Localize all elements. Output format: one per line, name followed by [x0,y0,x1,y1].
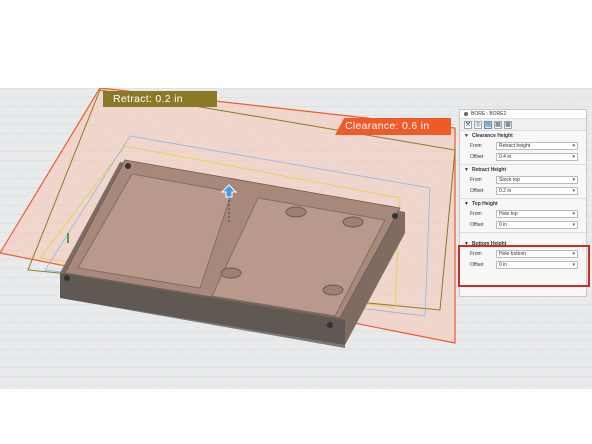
offset-input[interactable]: 0 in ▾ [496,220,578,229]
bottom-height-highlight-box [458,245,590,287]
boss [220,267,242,279]
section-heading[interactable]: ▼ Top Height [460,199,586,208]
boss [322,284,344,296]
boss [342,216,364,228]
panel-tabs: ⚒ ◎ ▤ ▦ ▩ [460,119,586,131]
offset-row: Offset 0.4 in ▾ [460,151,586,162]
from-row: From Hole top ▾ [460,208,586,219]
from-select[interactable]: Retract height ▾ [496,141,578,150]
top-height-section: ▼ Top Height From Hole top ▾ Offset 0 in ▾ [460,199,586,233]
from-select[interactable]: Hole top ▾ [496,209,578,218]
from-select[interactable]: Stock top ▾ [496,175,578,184]
hole-marker [327,322,333,328]
dropdown-arrow-icon: ▾ [572,221,575,228]
offset-row: Offset 0.2 in ▾ [460,185,586,196]
dropdown-arrow-icon: ▾ [572,210,575,217]
collapse-triangle-icon: ▼ [464,132,469,139]
retract-height-label: Retract: 0.2 in [103,91,217,107]
offset-input[interactable]: 0.2 in ▾ [496,186,578,195]
tool-tab-icon[interactable]: ⚒ [464,120,472,129]
dropdown-arrow-icon: ▾ [572,142,575,149]
panel-title-bar: BORE : BORE2 [460,110,586,119]
from-row: From Stock top ▾ [460,174,586,185]
section-heading[interactable]: ▼ Retract Height [460,165,586,174]
geometry-tab-icon[interactable]: ◎ [474,120,482,129]
hole-marker [392,213,398,219]
panel-title: BORE : BORE2 [471,111,507,117]
linking-tab-icon[interactable]: ▩ [504,120,512,129]
offset-row: Offset 0 in ▾ [460,219,586,230]
dropdown-arrow-icon: ▾ [572,153,575,160]
passes-tab-icon[interactable]: ▦ [494,120,502,129]
heights-tab-icon[interactable]: ▤ [484,120,492,129]
from-row: From Retract height ▾ [460,140,586,151]
collapse-triangle-icon: ▼ [464,166,469,173]
clearance-height-label: Clearance: 0.6 in [335,118,451,135]
retract-height-section: ▼ Retract Height From Stock top ▾ Offset 0.2… [460,165,586,199]
hole-marker [125,163,131,169]
dropdown-arrow-icon: ▾ [572,187,575,194]
hole-marker [64,275,70,281]
panel-dot-icon [464,112,468,116]
boss [285,206,307,218]
offset-input[interactable]: 0.4 in ▾ [496,152,578,161]
clearance-height-section: ▼ Clearance Height From Retract height ▾ Of… [460,131,586,165]
collapse-triangle-icon: ▼ [464,200,469,207]
section-heading[interactable]: ▼ Clearance Height [460,131,586,140]
dropdown-arrow-icon: ▾ [572,176,575,183]
